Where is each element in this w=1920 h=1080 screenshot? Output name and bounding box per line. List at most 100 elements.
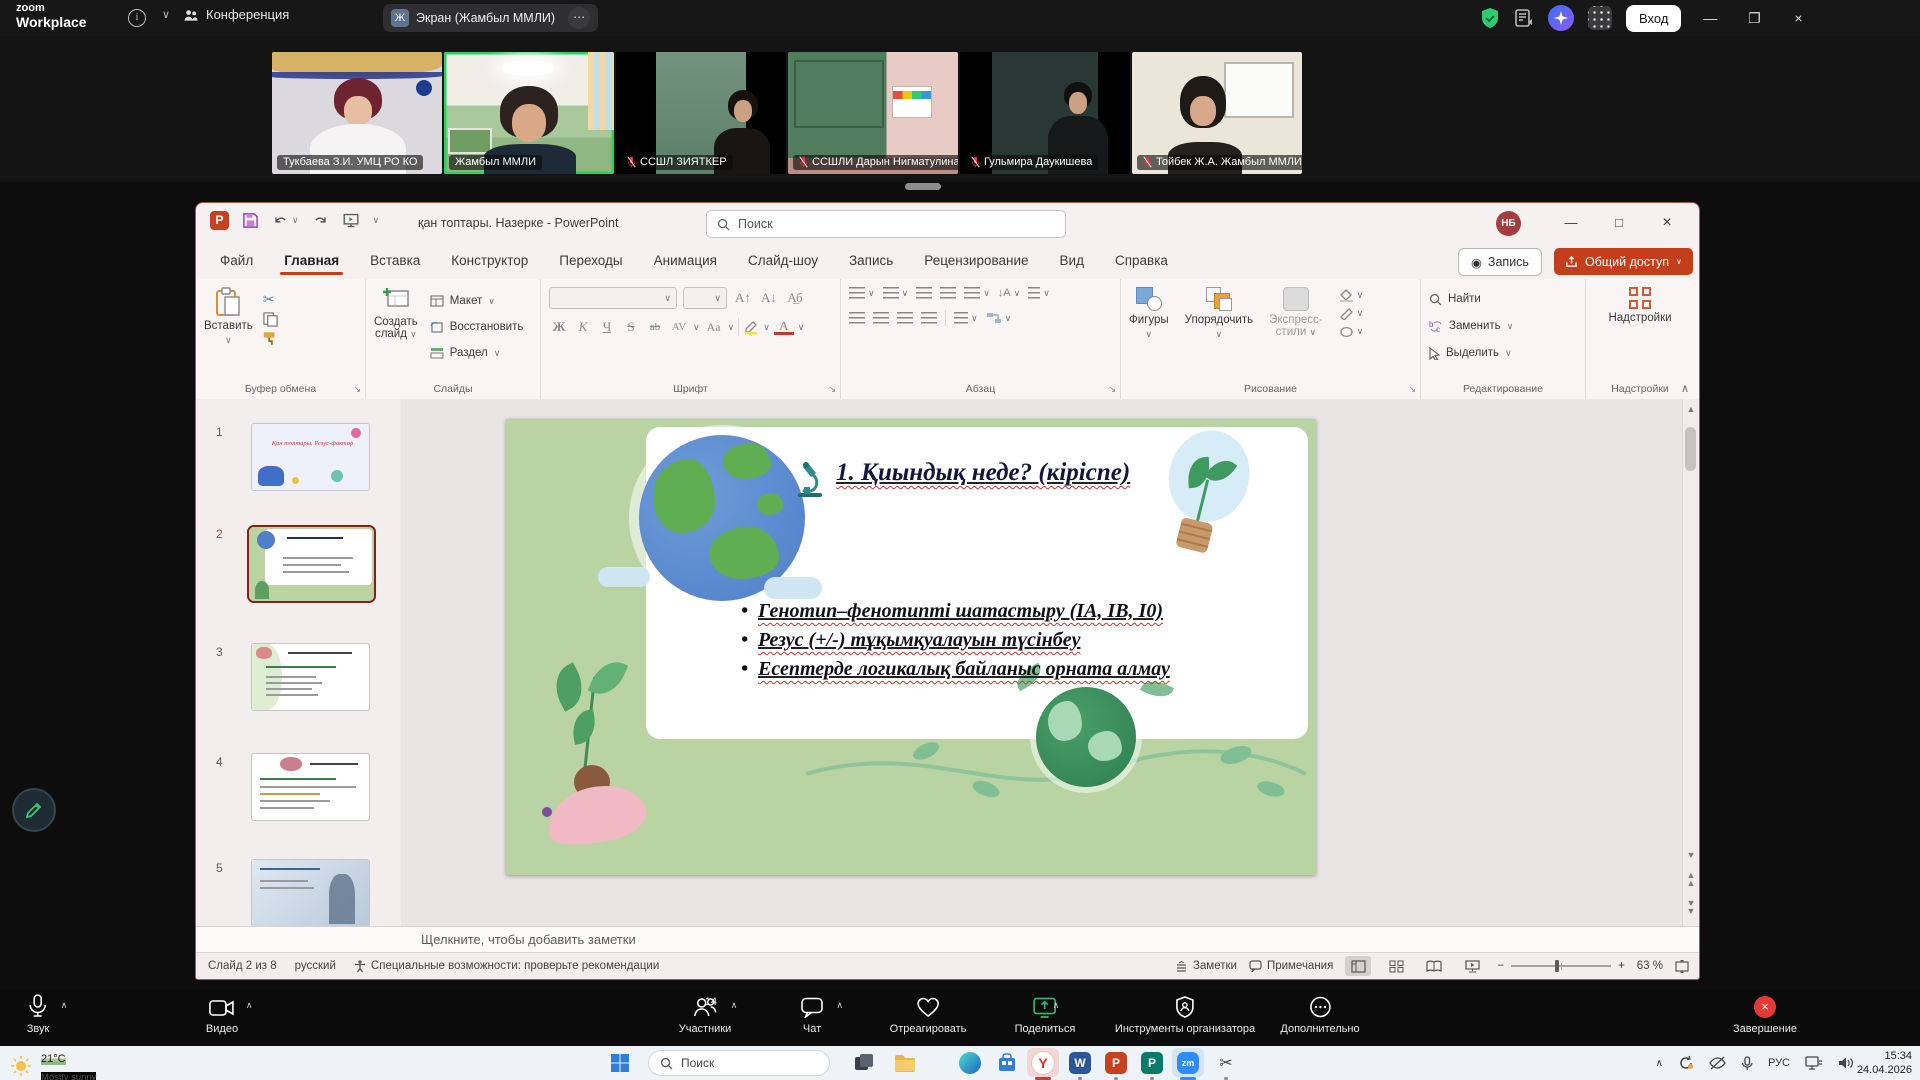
tab-screen-share[interactable]: Ж Экран (Жамбыл ММЛИ) ⋯ xyxy=(383,4,598,32)
minimize-button[interactable]: — xyxy=(1695,10,1725,26)
character-spacing-button[interactable]: AV xyxy=(669,321,689,333)
tab-options-icon[interactable]: ⋯ xyxy=(568,7,590,29)
shape-effects-button[interactable]: ∨ xyxy=(1339,325,1364,338)
find-button[interactable]: Найти xyxy=(1429,287,1577,311)
weather-widget[interactable]: 21°CMostly sunny xyxy=(10,1049,96,1080)
previous-slide-button[interactable]: ▲▲ xyxy=(1683,869,1699,887)
strip-drag-handle[interactable] xyxy=(905,183,941,190)
tab-conference[interactable]: Конференция xyxy=(183,7,289,22)
fit-slide-icon[interactable] xyxy=(1675,960,1689,973)
volume-icon[interactable] xyxy=(1838,1056,1854,1070)
participant-video[interactable]: ССШЛИ Дарын Нигматулина xyxy=(788,52,958,174)
decrease-font-icon[interactable]: А↓ xyxy=(759,290,779,306)
tab-file[interactable]: Файл xyxy=(218,253,255,268)
participant-video[interactable]: ССШЛ ЗИЯТКЕР xyxy=(616,52,786,174)
tray-expand-icon[interactable]: ∧ xyxy=(1656,1058,1663,1069)
replace-button[interactable]: bcЗаменить∨ xyxy=(1429,314,1577,338)
publisher-button[interactable]: P xyxy=(1140,1051,1164,1075)
start-slideshow-icon[interactable] xyxy=(342,212,360,229)
host-tools-button[interactable]: Инструменты организатора xyxy=(1115,994,1255,1035)
slide-thumbnail-4[interactable] xyxy=(251,753,370,821)
zoom-level[interactable]: 63 % xyxy=(1637,960,1663,972)
slide-title[interactable]: 1. Қиындық неде? (кіріспе) xyxy=(796,459,1130,499)
redo-icon[interactable] xyxy=(312,213,329,229)
shapes-button[interactable]: Фигуры∨ xyxy=(1129,287,1169,340)
slide-sorter-view-button[interactable] xyxy=(1383,956,1409,976)
collapse-ribbon-icon[interactable]: ∧ xyxy=(1681,382,1689,395)
file-explorer-button[interactable] xyxy=(893,1051,917,1075)
zoom-in-icon[interactable]: + xyxy=(1618,960,1625,972)
chevron-down-icon[interactable]: ∨ xyxy=(162,8,170,21)
copy-icon[interactable] xyxy=(263,312,278,327)
apps-icon[interactable] xyxy=(1588,6,1612,30)
next-slide-button[interactable]: ▼▼ xyxy=(1683,897,1699,915)
align-right-icon[interactable] xyxy=(897,312,913,324)
save-icon[interactable] xyxy=(242,212,259,229)
captions-icon[interactable] xyxy=(1514,8,1534,28)
undo-icon[interactable] xyxy=(272,213,289,229)
tab-help[interactable]: Справка xyxy=(1113,253,1170,268)
network-icon[interactable] xyxy=(1805,1056,1823,1070)
notes-toggle[interactable]: Заметки xyxy=(1175,960,1237,972)
align-center-icon[interactable] xyxy=(873,312,889,324)
tray-mic-icon[interactable] xyxy=(1741,1056,1753,1071)
reset-button[interactable]: Восстановить xyxy=(430,315,524,339)
scroll-up-icon[interactable]: ▲ xyxy=(1683,401,1699,417)
tab-transitions[interactable]: Переходы xyxy=(557,253,624,268)
audio-button[interactable]: ∧ Звук xyxy=(27,994,50,1035)
privacy-eye-icon[interactable] xyxy=(1709,1056,1726,1070)
paste-button[interactable]: Вставить∨ xyxy=(204,287,253,346)
highlight-color-icon[interactable] xyxy=(743,319,759,335)
slideshow-view-button[interactable] xyxy=(1459,956,1485,976)
zoom-out-icon[interactable]: − xyxy=(1497,960,1504,972)
sync-icon[interactable] xyxy=(1678,1055,1694,1071)
font-size-select[interactable]: ∨ xyxy=(683,287,727,309)
annotate-button[interactable] xyxy=(12,788,56,832)
dialog-launcher-icon[interactable]: ↘ xyxy=(1408,384,1416,395)
language-indicator[interactable]: РУС xyxy=(1768,1057,1790,1069)
text-direction-button[interactable]: ∨ xyxy=(1028,287,1050,299)
ppt-minimize-button[interactable]: — xyxy=(1548,203,1594,243)
chat-options-icon[interactable]: ∧ xyxy=(837,1000,844,1011)
format-painter-icon[interactable] xyxy=(263,331,279,346)
notes-pane[interactable]: Щелкните, чтобы добавить заметки xyxy=(196,926,1699,953)
taskbar-search[interactable]: Поиск xyxy=(648,1050,830,1076)
tab-view[interactable]: Вид xyxy=(1058,253,1086,268)
text-shadow-button[interactable]: ab xyxy=(645,321,665,333)
task-view-button[interactable] xyxy=(852,1051,876,1075)
line-spacing-button[interactable]: ∨ xyxy=(964,287,990,299)
info-icon[interactable]: i xyxy=(128,9,146,27)
participants-options-icon[interactable]: ∧ xyxy=(731,1000,738,1011)
share-options-icon[interactable]: ∧ xyxy=(1053,1000,1060,1011)
increase-font-icon[interactable]: А↑ xyxy=(733,290,753,306)
restore-button[interactable]: ❐ xyxy=(1739,10,1769,27)
share-screen-button[interactable]: ∧ Поделиться xyxy=(1015,994,1076,1035)
edge-browser-button[interactable] xyxy=(958,1051,982,1075)
reading-view-button[interactable] xyxy=(1421,956,1447,976)
justify-icon[interactable] xyxy=(921,312,937,324)
end-meeting-button[interactable]: × Завершение xyxy=(1733,994,1797,1035)
scrollbar-thumb[interactable] xyxy=(1685,427,1696,471)
participant-video[interactable]: Тойбек Ж.А. Жамбыл ММЛИ xyxy=(1132,52,1302,174)
clear-format-icon[interactable]: А̲б xyxy=(785,290,805,306)
audio-options-icon[interactable]: ∧ xyxy=(61,1000,68,1011)
microsoft-store-button[interactable] xyxy=(995,1051,1019,1075)
record-button[interactable]: ◉Запись xyxy=(1458,248,1542,276)
shape-fill-button[interactable]: ∨ xyxy=(1339,289,1364,302)
tab-slideshow[interactable]: Слайд-шоу xyxy=(746,253,820,268)
zoom-slider-thumb[interactable] xyxy=(1555,960,1559,972)
participant-video[interactable]: Гульмира Даукишева xyxy=(960,52,1130,174)
login-button[interactable]: Вход xyxy=(1626,5,1681,32)
comments-toggle[interactable]: Примечания xyxy=(1249,960,1333,972)
tab-home[interactable]: Главная xyxy=(282,253,341,268)
accessibility-checker[interactable]: Специальные возможности: проверьте реком… xyxy=(354,960,659,973)
slide-thumbnail-1[interactable]: Қан топтары. Резус-фактор xyxy=(251,423,370,491)
select-button[interactable]: Выделить∨ xyxy=(1429,341,1577,365)
change-case-button[interactable]: Aa xyxy=(704,320,724,335)
tab-design[interactable]: Конструктор xyxy=(449,253,530,268)
increase-indent-icon[interactable] xyxy=(940,287,956,299)
zoom-taskbar-button[interactable]: zm xyxy=(1176,1051,1200,1075)
underline-button[interactable]: Ч xyxy=(597,319,617,335)
react-button[interactable]: Отреагировать xyxy=(890,994,967,1035)
participant-video-active[interactable]: Жамбыл ММЛИ xyxy=(444,52,614,174)
